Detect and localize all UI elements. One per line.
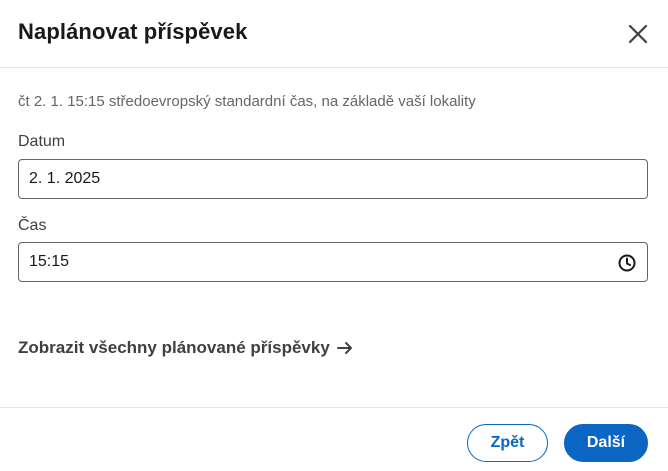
date-input[interactable]: 2. 1. 2025 [18, 159, 648, 199]
back-button[interactable]: Zpět [467, 424, 548, 462]
next-button[interactable]: Další [564, 424, 648, 462]
dialog-title: Naplánovat příspěvek [18, 19, 248, 44]
dialog-body: čt 2. 1. 15:15 středoevropský standardní… [0, 68, 668, 407]
timezone-info-text: čt 2. 1. 15:15 středoevropský standardní… [18, 93, 476, 110]
date-input-value: 2. 1. 2025 [29, 170, 101, 187]
time-input[interactable]: 15:15 [18, 242, 648, 282]
time-label: Čas [18, 217, 47, 234]
view-all-scheduled-posts-label: Zobrazit všechny plánované příspěvky [18, 338, 330, 357]
close-icon [628, 24, 648, 44]
dialog-footer: Zpět Další [0, 407, 668, 471]
view-all-scheduled-posts-link[interactable]: Zobrazit všechny plánované příspěvky [18, 338, 354, 358]
arrow-right-icon [336, 342, 352, 354]
time-input-value: 15:15 [29, 253, 70, 270]
schedule-post-dialog: Naplánovat příspěvek čt 2. 1. 15:15 stře… [0, 0, 668, 471]
clock-icon[interactable] [617, 253, 637, 273]
dialog-header: Naplánovat příspěvek [0, 0, 668, 68]
close-button[interactable] [622, 18, 654, 50]
date-label: Datum [18, 133, 66, 150]
